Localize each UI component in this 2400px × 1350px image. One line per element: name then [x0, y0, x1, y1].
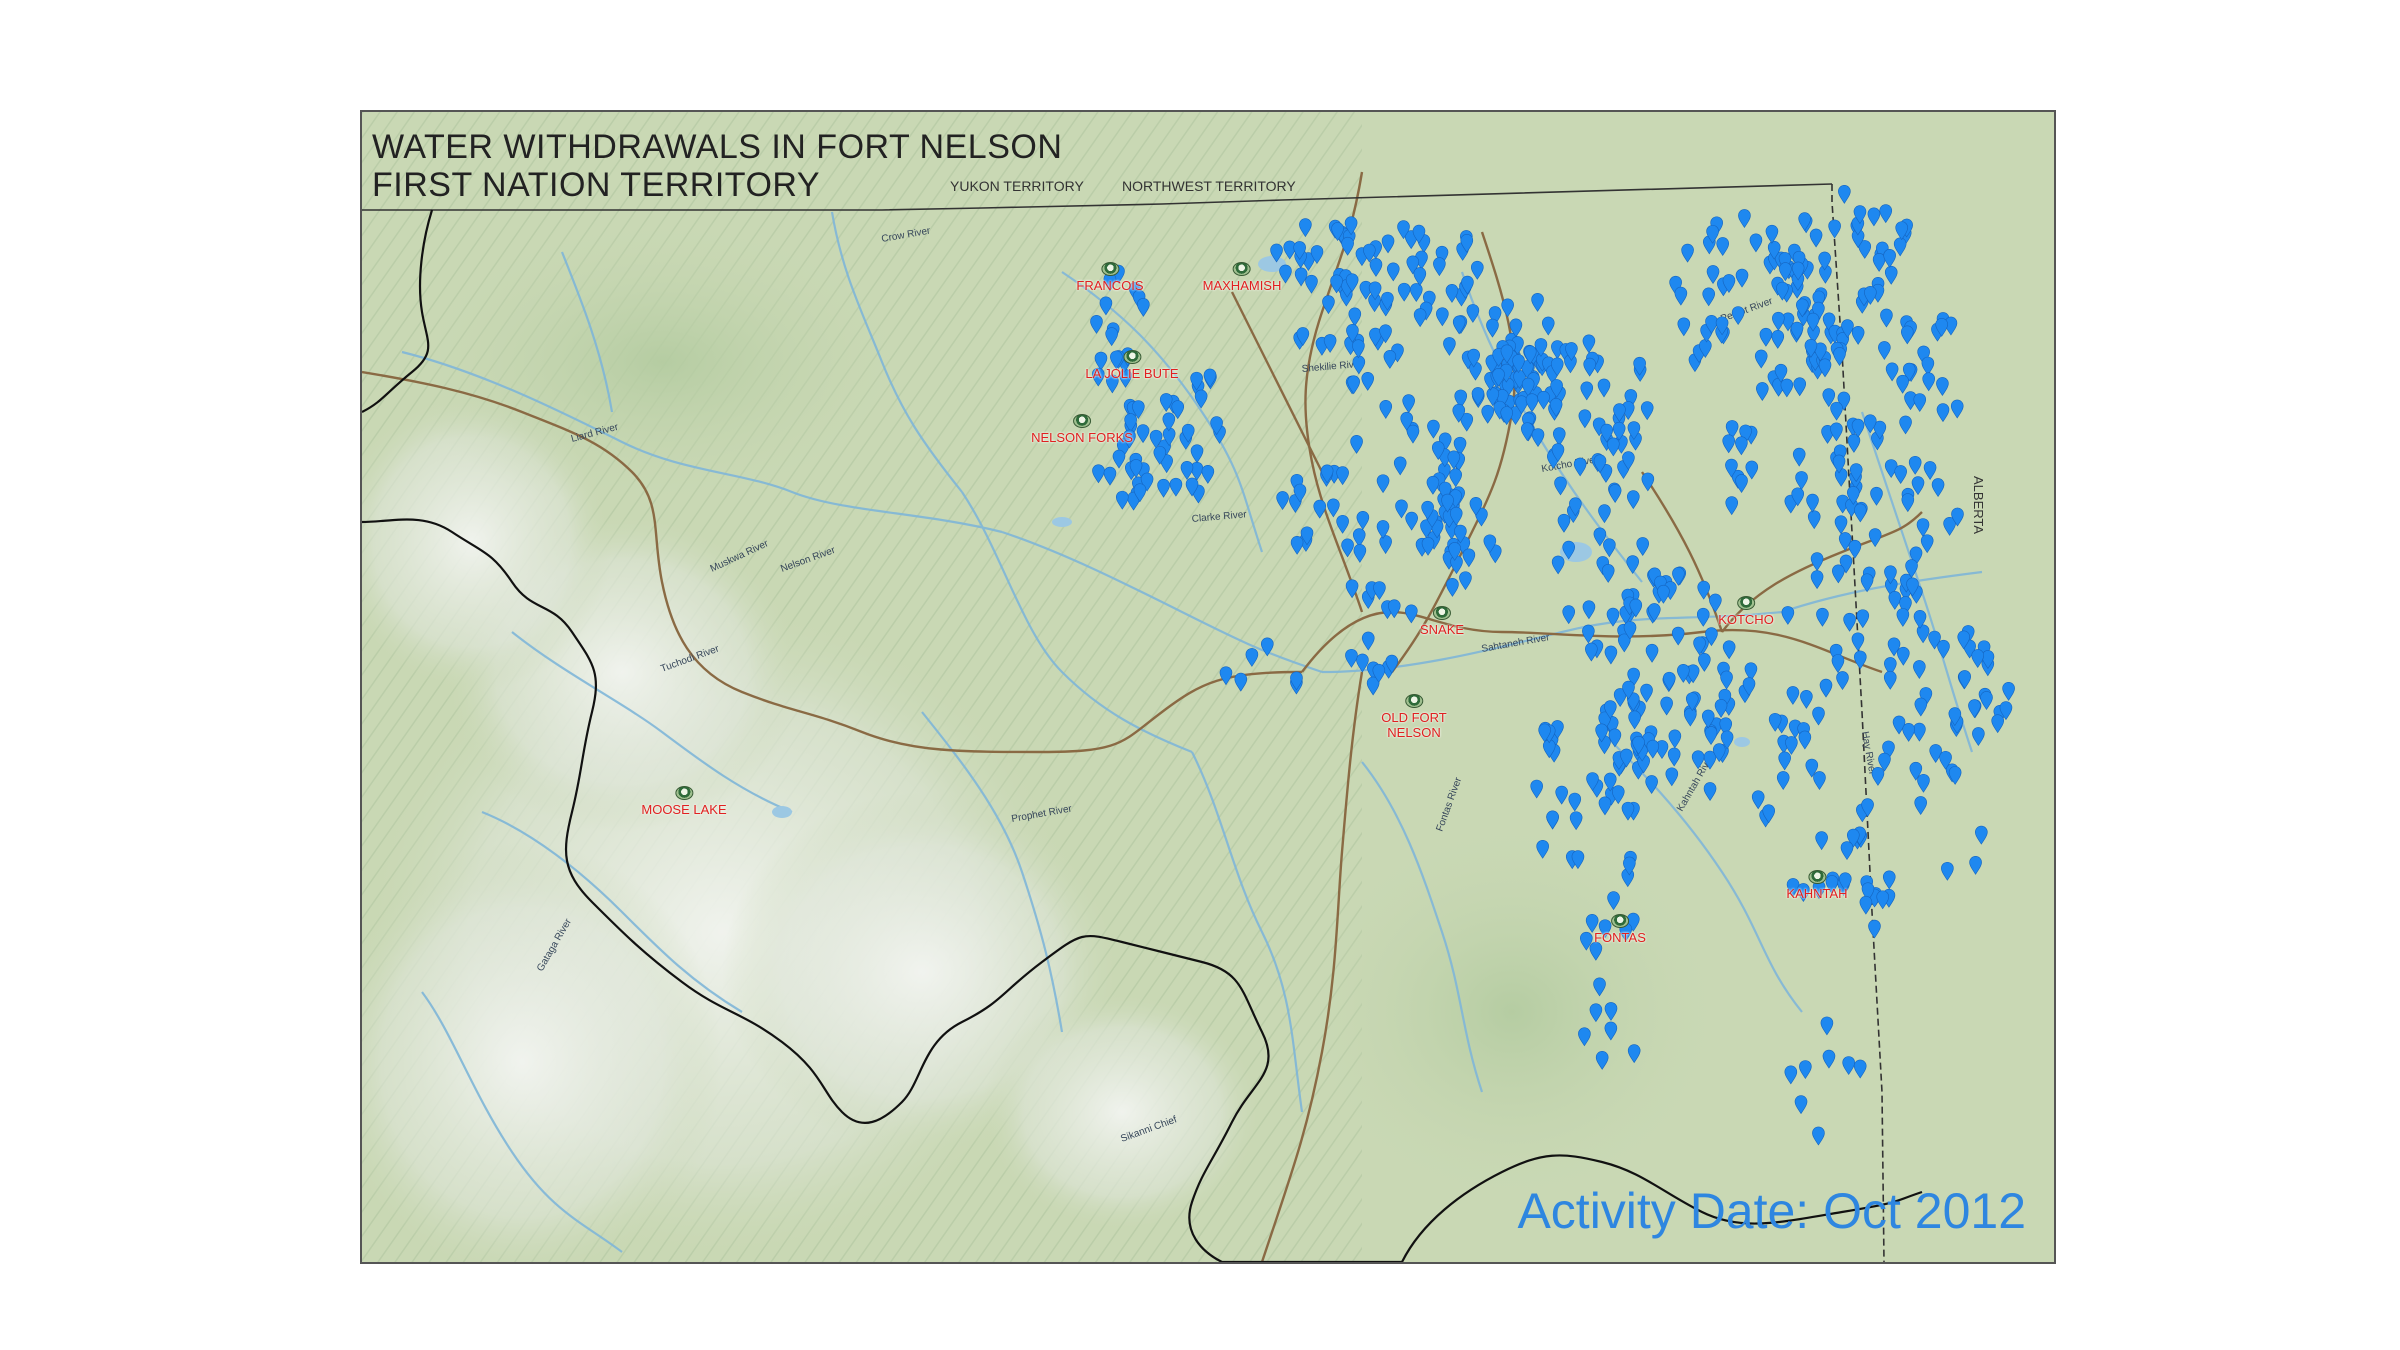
community-icon [1232, 262, 1251, 276]
community-icon [1072, 414, 1091, 428]
place-label: FRANCOIS [1076, 278, 1144, 293]
community-icon [1405, 694, 1423, 708]
map-title-line2: FIRST NATION TERRITORY [372, 166, 821, 204]
place-label: SNAKE [1419, 622, 1465, 637]
community-icon [1432, 606, 1451, 620]
community-icon [675, 786, 693, 800]
place-label: MOOSE LAKE [641, 802, 727, 817]
community-icon [1808, 870, 1826, 884]
place-kahntah[interactable]: KAHNTAH [1786, 870, 1848, 901]
place-label: LA JOLIE BUTE [1085, 366, 1179, 381]
place-moose-lake[interactable]: MOOSE LAKE [641, 786, 727, 817]
place-label: OLD FORT [1381, 710, 1447, 725]
place-nelson-forks[interactable]: NELSON FORKS [1031, 414, 1133, 445]
place-label: MAXHAMISH [1202, 278, 1282, 293]
community-icon [1100, 262, 1119, 276]
place-label: KAHNTAH [1786, 886, 1848, 901]
place-fontas[interactable]: FONTAS [1594, 914, 1646, 945]
yukon-territory-label: YUKON TERRITORY [950, 178, 1084, 194]
map-frame: Nelson River Liard River Muskwa River Pr… [360, 110, 2056, 1264]
place-label: NELSON [1387, 725, 1441, 740]
map-title-line1: WATER WITHDRAWALS IN FORT NELSON [372, 128, 1063, 166]
place-la-jolie-bute[interactable]: LA JOLIE BUTE [1085, 350, 1179, 381]
northwest-territory-label: NORTHWEST TERRITORY [1122, 178, 1296, 194]
place-label: NELSON FORKS [1031, 430, 1133, 445]
place-maxhamish[interactable]: MAXHAMISH [1202, 262, 1282, 293]
place-snake[interactable]: SNAKE [1420, 606, 1464, 637]
place-label: KOTCHO [1718, 612, 1774, 627]
place-old-fort-nelson[interactable]: OLD FORT NELSON [1381, 694, 1447, 740]
place-label: FONTAS [1594, 930, 1646, 945]
place-francois[interactable]: FRANCOIS [1076, 262, 1144, 293]
alberta-label: ALBERTA [1971, 476, 1986, 535]
community-icon [1610, 914, 1629, 928]
community-icon [1122, 350, 1141, 364]
activity-date-label: Activity Date: Oct 2012 [1517, 1183, 2026, 1239]
community-icon [1737, 596, 1755, 610]
place-kotcho[interactable]: KOTCHO [1718, 596, 1774, 627]
